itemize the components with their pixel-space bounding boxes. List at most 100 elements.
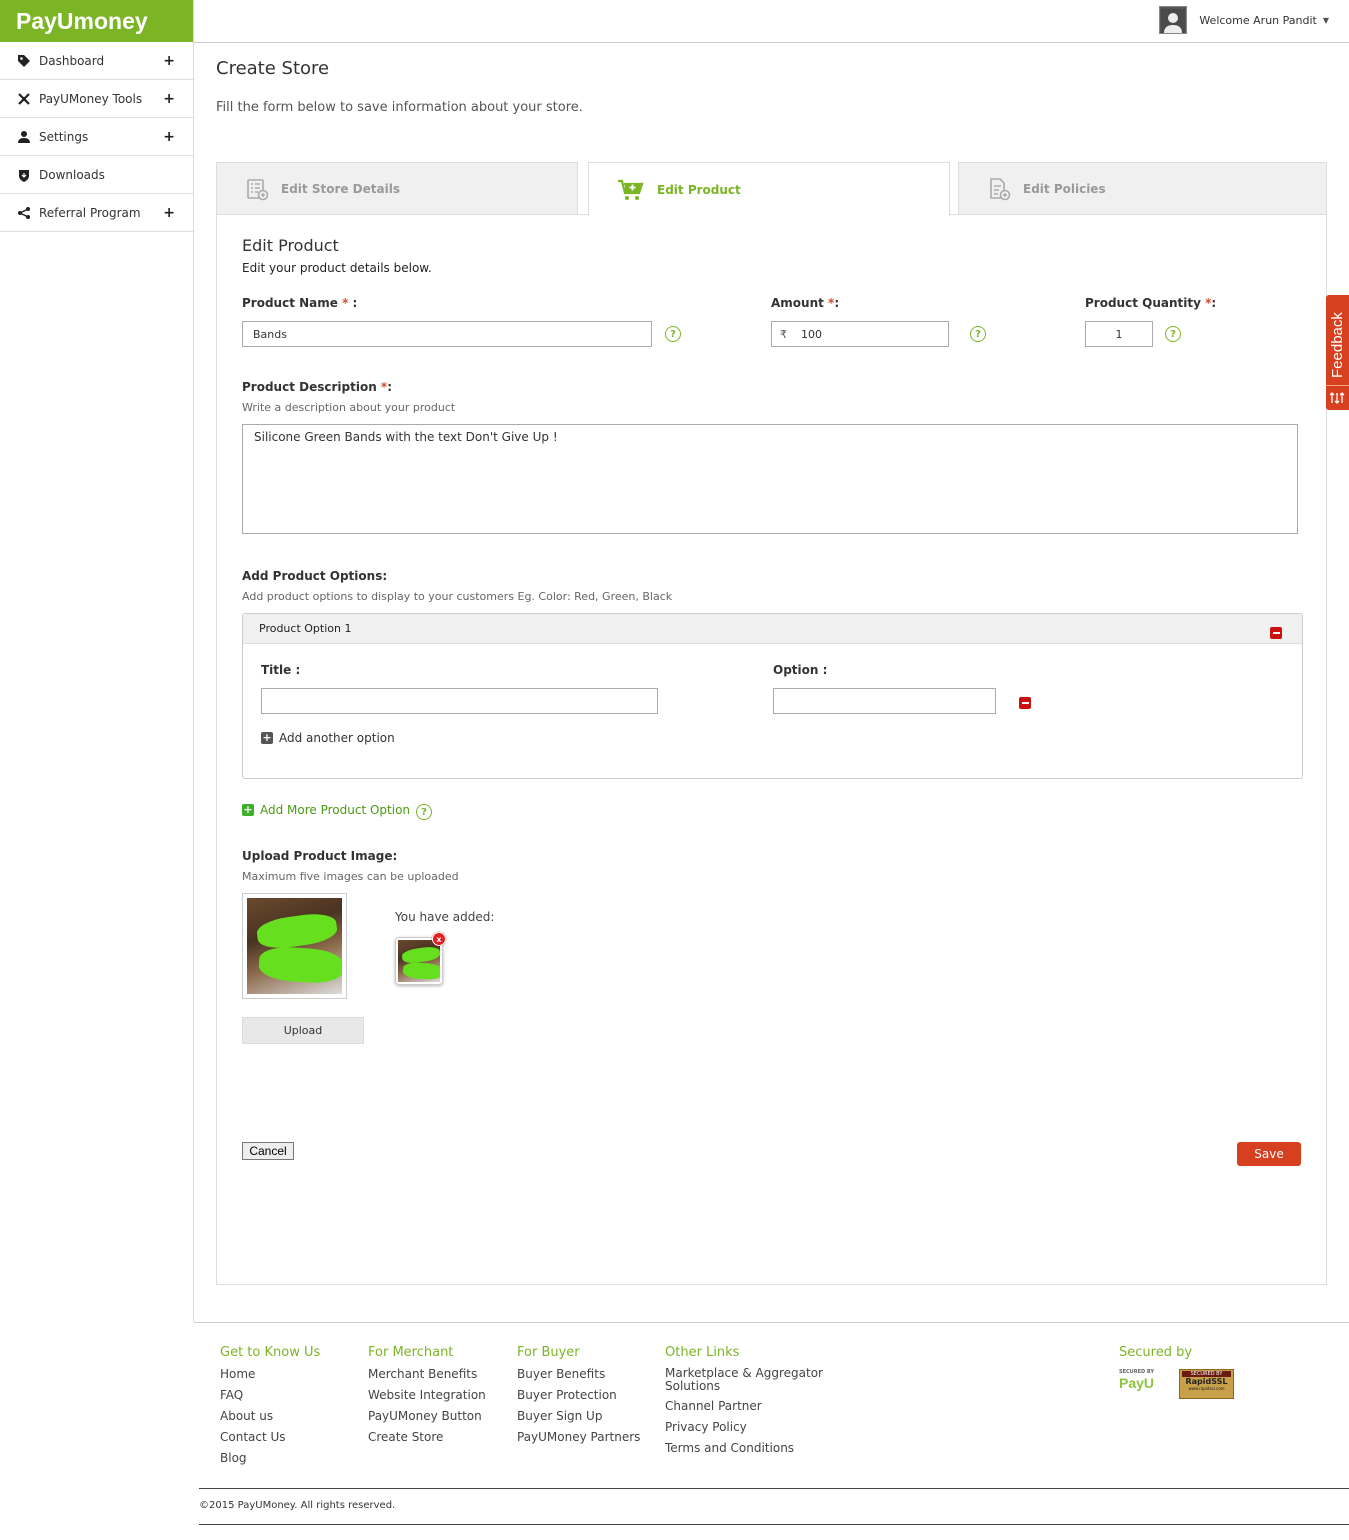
sidebar-item-settings[interactable]: Settings +: [0, 118, 193, 156]
help-icon[interactable]: ?: [1165, 326, 1181, 342]
footer-heading: For Merchant: [368, 1345, 454, 1360]
copyright-text: ©2015 PayUMoney. All rights reserved.: [199, 1500, 396, 1511]
cart-add-icon: [617, 178, 645, 202]
help-icon[interactable]: ?: [970, 326, 986, 342]
label-suffix: :: [1211, 296, 1217, 310]
footer-heading: Secured by: [1119, 1345, 1193, 1360]
footer-link-blog[interactable]: Blog: [220, 1451, 320, 1466]
button-label: Cancel: [249, 1144, 287, 1158]
store-details-icon: [245, 177, 269, 201]
help-icon[interactable]: ?: [665, 326, 681, 342]
footer-secured-by: Secured by: [1119, 1345, 1192, 1367]
welcome-text: Welcome Arun Pandit: [1199, 13, 1317, 27]
help-icon[interactable]: ?: [416, 804, 432, 820]
product-name-input[interactable]: Bands: [242, 321, 652, 347]
option-title-input[interactable]: [261, 688, 658, 714]
product-name-label: Product Name * :: [242, 296, 357, 310]
top-header: Welcome Arun Pandit ▼: [194, 0, 1349, 43]
footer-link-contact[interactable]: Contact Us: [220, 1430, 320, 1445]
sidebar-item-label: Referral Program: [39, 205, 141, 220]
option-value-label: Option :: [773, 663, 828, 677]
expand-icon[interactable]: +: [163, 205, 175, 221]
chevron-down-icon: ▼: [1322, 15, 1329, 25]
quantity-label: Product Quantity *:: [1085, 296, 1216, 310]
plus-square-icon: +: [261, 731, 273, 744]
footer-link-faq[interactable]: FAQ: [220, 1388, 320, 1403]
tab-edit-policies[interactable]: Edit Policies: [958, 162, 1327, 215]
sidebar: PayUmoney Dashboard + PayUMoney Tools + …: [0, 0, 194, 1322]
footer-link-home[interactable]: Home: [220, 1367, 320, 1382]
policy-document-icon: [987, 177, 1011, 201]
expand-icon[interactable]: +: [163, 53, 175, 69]
footer-link-about[interactable]: About us: [220, 1409, 320, 1424]
footer-column-other: Other Links Marketplace & Aggregator Sol…: [665, 1345, 825, 1462]
sidebar-item-label: Downloads: [39, 167, 105, 182]
tab-edit-store-details[interactable]: Edit Store Details: [216, 162, 578, 215]
avatar: [1159, 6, 1188, 34]
share-icon: [16, 205, 32, 221]
tab-label: Edit Store Details: [281, 181, 400, 196]
footer-link-buyer-sign-up[interactable]: Buyer Sign Up: [517, 1409, 640, 1424]
option-value-input[interactable]: [773, 688, 996, 714]
footer-link-privacy-policy[interactable]: Privacy Policy: [665, 1420, 825, 1435]
feedback-divider: [1326, 385, 1349, 386]
remove-option-button[interactable]: [1019, 697, 1031, 709]
footer-link-buyer-protection[interactable]: Buyer Protection: [517, 1388, 640, 1403]
user-icon: [16, 129, 32, 145]
add-another-option-link[interactable]: + Add another option: [261, 731, 395, 745]
logo-text: PayUmoney: [16, 7, 148, 34]
rupee-icon: ₹: [780, 327, 787, 341]
added-images-label: You have added:: [395, 910, 495, 924]
footer-link-channel-partner[interactable]: Channel Partner: [665, 1399, 825, 1414]
description-textarea[interactable]: Silicone Green Bands with the text Don't…: [242, 424, 1298, 534]
description-hint: Write a description about your product: [242, 401, 456, 414]
tag-icon: [16, 53, 32, 69]
expand-icon[interactable]: +: [163, 91, 175, 107]
footer-divider: [194, 1322, 1349, 1323]
label-text: Product Quantity: [1085, 296, 1201, 310]
footer-heading: For Buyer: [517, 1345, 580, 1360]
payumoney-logo[interactable]: PayUmoney: [0, 0, 193, 42]
band-photo: [247, 898, 342, 994]
footer-link-marketplace[interactable]: Marketplace & Aggregator Solutions: [665, 1367, 825, 1393]
sidebar-item-label: Settings: [39, 129, 89, 144]
page-subtitle: Fill the form below to save information …: [216, 100, 583, 115]
tab-label: Edit Product: [657, 182, 741, 197]
save-button[interactable]: Save: [1237, 1142, 1301, 1166]
product-option-title: Product Option 1: [259, 622, 352, 635]
footer-column-buyer: For Buyer Buyer Benefits Buyer Protectio…: [517, 1345, 640, 1451]
footer-link-website-integration[interactable]: Website Integration: [368, 1388, 486, 1403]
user-menu[interactable]: Welcome Arun Pandit ▼: [1159, 6, 1329, 34]
upload-image-label: Upload Product Image:: [242, 849, 398, 863]
tab-edit-product[interactable]: Edit Product: [588, 162, 950, 216]
footer-divider: [199, 1488, 1349, 1489]
footer-link-payumoney-partners[interactable]: PayUMoney Partners: [517, 1430, 640, 1445]
remove-option-group-button[interactable]: [1270, 627, 1282, 639]
description-label: Product Description *:: [242, 380, 392, 394]
expand-icon[interactable]: +: [163, 129, 175, 145]
input-value: 100: [801, 327, 822, 341]
footer-link-terms[interactable]: Terms and Conditions: [665, 1441, 825, 1456]
remove-image-icon[interactable]: x: [432, 932, 446, 946]
sidebar-item-downloads[interactable]: Downloads: [0, 156, 193, 194]
product-options-label: Add Product Options:: [242, 569, 388, 583]
footer-link-merchant-benefits[interactable]: Merchant Benefits: [368, 1367, 486, 1382]
input-value: Bands: [253, 327, 287, 341]
add-more-product-option-link[interactable]: + Add More Product Option: [242, 803, 410, 817]
sidebar-item-payumoney-tools[interactable]: PayUMoney Tools +: [0, 80, 193, 118]
footer-link-create-store[interactable]: Create Store: [368, 1430, 486, 1445]
quantity-input[interactable]: 1: [1085, 321, 1153, 347]
band-photo: [398, 940, 440, 982]
cancel-button[interactable]: Cancel: [242, 1142, 294, 1160]
footer-link-buyer-benefits[interactable]: Buyer Benefits: [517, 1367, 640, 1382]
feedback-label[interactable]: Feedback: [1327, 290, 1349, 380]
amount-input[interactable]: ₹ 100: [771, 321, 949, 347]
sidebar-item-referral-program[interactable]: Referral Program +: [0, 194, 193, 232]
upload-button[interactable]: Upload: [242, 1017, 364, 1044]
tools-icon: [16, 91, 32, 107]
sidebar-item-dashboard[interactable]: Dashboard +: [0, 42, 193, 80]
plus-square-icon: +: [242, 803, 254, 816]
footer-link-payumoney-button[interactable]: PayUMoney Button: [368, 1409, 486, 1424]
shield-icon: [16, 167, 32, 183]
label-text: Product Description: [242, 380, 377, 394]
